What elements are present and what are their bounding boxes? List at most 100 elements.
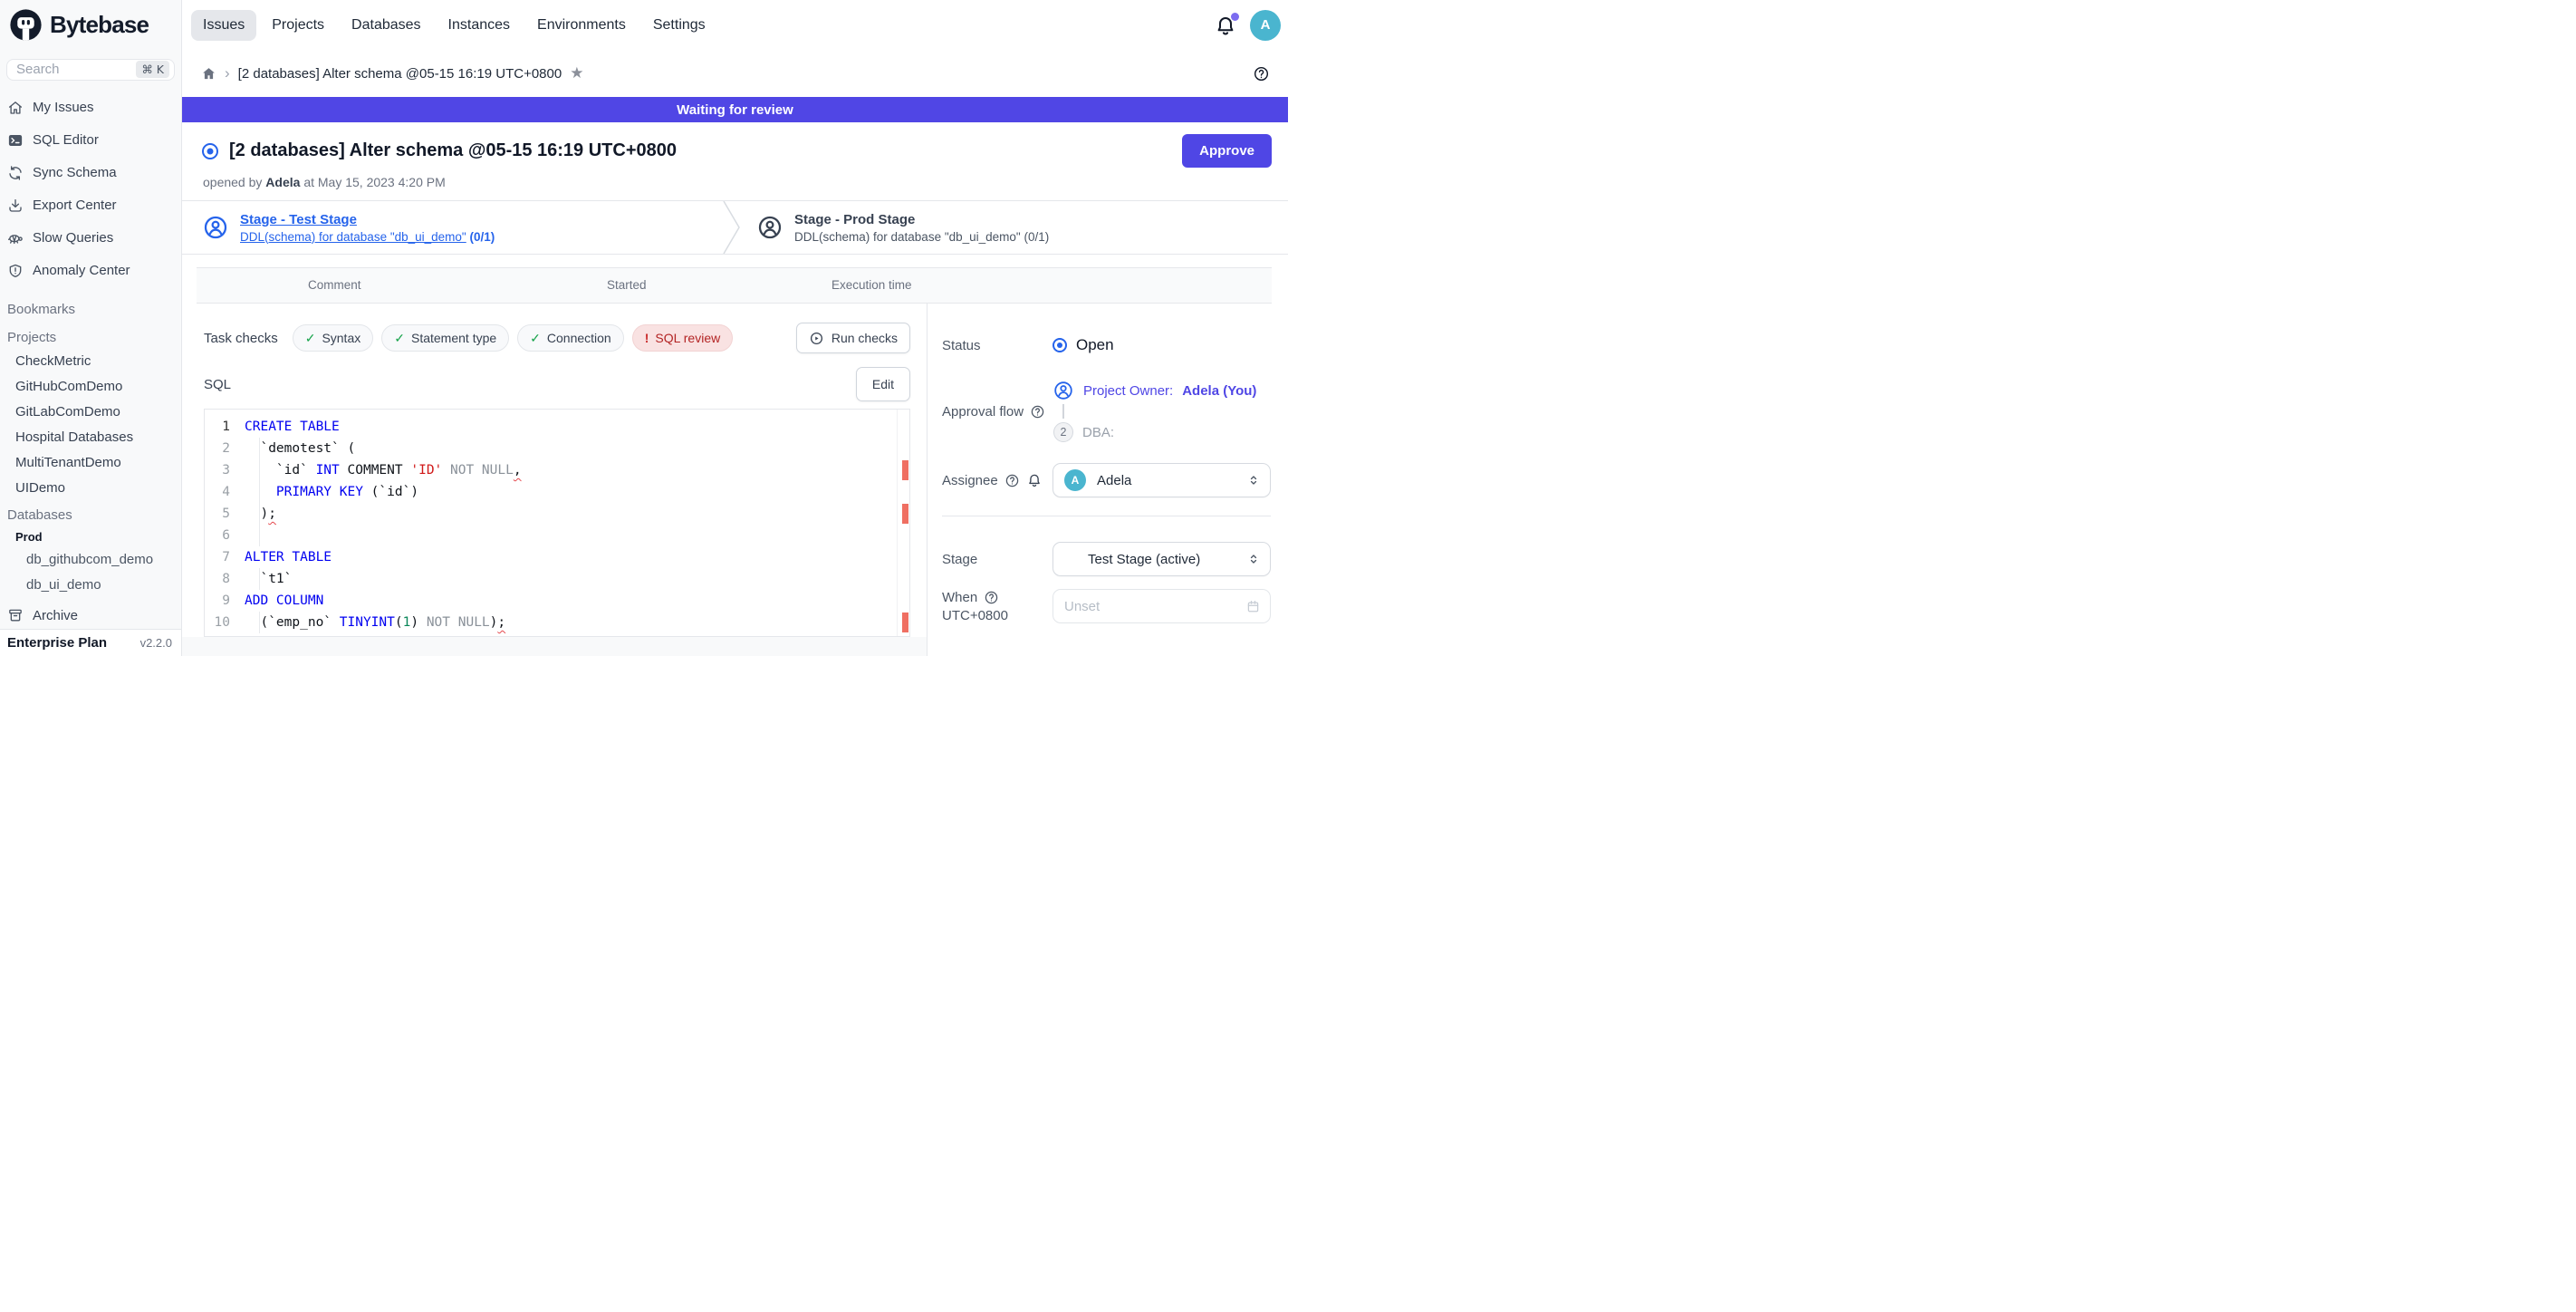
stage-assignee-icon [202,214,229,241]
nav-item-environments[interactable]: Environments [525,10,638,41]
stage-prod-stage[interactable]: Stage - Prod Stage DDL(schema) for datab… [741,201,1049,254]
status-value: Open [1076,336,1114,354]
stage-test-stage[interactable]: Stage - Test Stage DDL(schema) for datab… [182,201,723,254]
user-avatar[interactable]: A [1250,10,1281,41]
check-icon: ✓ [394,331,405,346]
star-icon[interactable]: ★ [570,64,583,82]
archive-icon [7,607,24,623]
nav-item-projects[interactable]: Projects [260,10,336,41]
check-icon: ✓ [530,331,541,346]
approval-role-dba: DBA: [1082,425,1114,440]
when-label: When UTC+0800 [942,589,1053,623]
code-line-1: 1CREATE TABLE [205,416,909,438]
home-breadcrumb-icon[interactable] [201,66,216,82]
help-icon[interactable] [984,590,999,605]
help-icon[interactable] [1030,404,1045,420]
when-datepicker[interactable]: Unset [1053,589,1271,623]
header-actions: A [1215,0,1288,50]
sidebar-project-gitlabcomdemo[interactable]: GitLabComDemo [0,400,181,425]
issue-author: Adela [265,175,300,189]
code-line-6: 6 [205,525,909,546]
assignee-select[interactable]: A Adela [1053,463,1271,497]
top-bar: Bytebase IssuesProjectsDatabasesInstance… [0,0,1288,50]
line-number: 4 [205,481,245,503]
sidebar-section-bookmarks: Bookmarks [0,299,181,321]
task-table-header: Comment Started Execution time [197,267,1272,304]
search-input[interactable]: Search ⌘ K [6,59,175,81]
error-marker-line-10[interactable] [902,613,908,632]
sidebar-item-sync-schema[interactable]: Sync Schema [0,157,181,189]
status-open-icon [1053,338,1067,352]
sidebar-item-my-issues[interactable]: My Issues [0,92,181,124]
check-pill-sql-review[interactable]: !SQL review [632,324,734,352]
sidebar-section-projects: Projects [0,326,181,348]
sidebar-item-label: Slow Queries [33,230,113,246]
bytebase-logo[interactable]: Bytebase [0,0,182,50]
code-line-5: 5 ); [205,503,909,525]
status-label: Status [942,338,1053,353]
notifications-button[interactable] [1215,14,1236,36]
check-pill-statement-type[interactable]: ✓Statement type [381,324,509,352]
indent-guide [259,525,260,546]
approve-button[interactable]: Approve [1182,134,1272,168]
sidebar-project-githubcomdemo[interactable]: GitHubComDemo [0,374,181,400]
subscribe-bell-icon[interactable] [1026,472,1043,488]
check-pill-connection[interactable]: ✓Connection [517,324,624,352]
nav-item-databases[interactable]: Databases [340,10,433,41]
breadcrumb-title: [2 databases] Alter schema @05-15 16:19 … [238,66,562,82]
check-pill-syntax[interactable]: ✓Syntax [293,324,374,352]
terminal-icon [7,132,24,149]
bytebase-app: Bytebase IssuesProjectsDatabasesInstance… [0,0,1288,656]
sidebar-env-prod[interactable]: Prod [0,526,181,547]
line-number: 2 [205,438,245,459]
error-marker-line-3[interactable] [902,460,908,480]
stage-value: Test Stage (active) [1064,552,1246,567]
nav-item-settings[interactable]: Settings [641,10,717,41]
code-line-10: 10 (`emp_no` TINYINT(1) NOT NULL); [205,612,909,633]
sidebar-item-label: My Issues [33,100,94,115]
sidebar-item-sql-editor[interactable]: SQL Editor [0,124,181,157]
sidebar-project-uidemo[interactable]: UIDemo [0,476,181,501]
when-placeholder: Unset [1064,599,1245,614]
error-marker-line-5[interactable] [902,504,908,524]
plan-footer[interactable]: Enterprise Plan v2.2.0 [0,629,181,656]
breadcrumb-separator: › [225,64,230,82]
nav-item-instances[interactable]: Instances [437,10,522,41]
notification-dot [1231,13,1239,21]
edit-sql-button[interactable]: Edit [856,367,910,401]
fail-icon: ! [645,331,649,345]
stage-select[interactable]: Test Stage (active) [1053,542,1271,576]
help-icon[interactable] [1253,65,1270,82]
stage-task-link[interactable]: DDL(schema) for database "db_ui_demo" (0… [240,230,495,244]
stage-name: Stage - Prod Stage [794,212,1049,227]
main-area: › [2 databases] Alter schema @05-15 16:1… [182,50,1288,656]
help-icon[interactable] [1004,473,1020,488]
issue-header: [2 databases] Alter schema @05-15 16:19 … [182,122,1288,200]
line-number: 8 [205,568,245,590]
column-comment: Comment [308,268,361,303]
sidebar-database-db_ui_demo[interactable]: db_ui_demo [0,573,181,598]
run-checks-button[interactable]: Run checks [796,323,910,353]
nav-item-issues[interactable]: Issues [191,10,256,41]
stage-task: DDL(schema) for database "db_ui_demo" (0… [794,230,1049,244]
sidebar-project-hospital-databases[interactable]: Hospital Databases [0,425,181,450]
page-background-strip [182,637,927,656]
sql-editor[interactable]: 1CREATE TABLE2 `demotest` (3 `id` INT CO… [204,409,910,637]
sidebar-project-multitenantdemo[interactable]: MultiTenantDemo [0,450,181,476]
approval-step-1[interactable]: Project Owner: Adela (You) [1053,380,1271,401]
sidebar-database-db_githubcom_demo[interactable]: db_githubcom_demo [0,547,181,573]
sidebar-item-slow-queries[interactable]: Slow Queries [0,222,181,255]
play-circle-icon [809,331,824,346]
sidebar-item-label: Export Center [33,198,117,213]
chevron-updown-icon [1246,552,1261,566]
approval-role: Project Owner: [1083,383,1173,399]
sidebar-item-export-center[interactable]: Export Center [0,189,181,222]
sidebar-item-archive[interactable]: Archive [0,603,181,630]
sidebar-project-checkmetric[interactable]: CheckMetric [0,349,181,374]
code-line-2: 2 `demotest` ( [205,438,909,459]
task-checks-label: Task checks [204,331,278,346]
search-placeholder: Search [16,62,136,77]
sidebar-item-anomaly-center[interactable]: Anomaly Center [0,255,181,287]
code-line-9: 9ADD COLUMN [205,590,909,612]
line-number: 7 [205,546,245,568]
